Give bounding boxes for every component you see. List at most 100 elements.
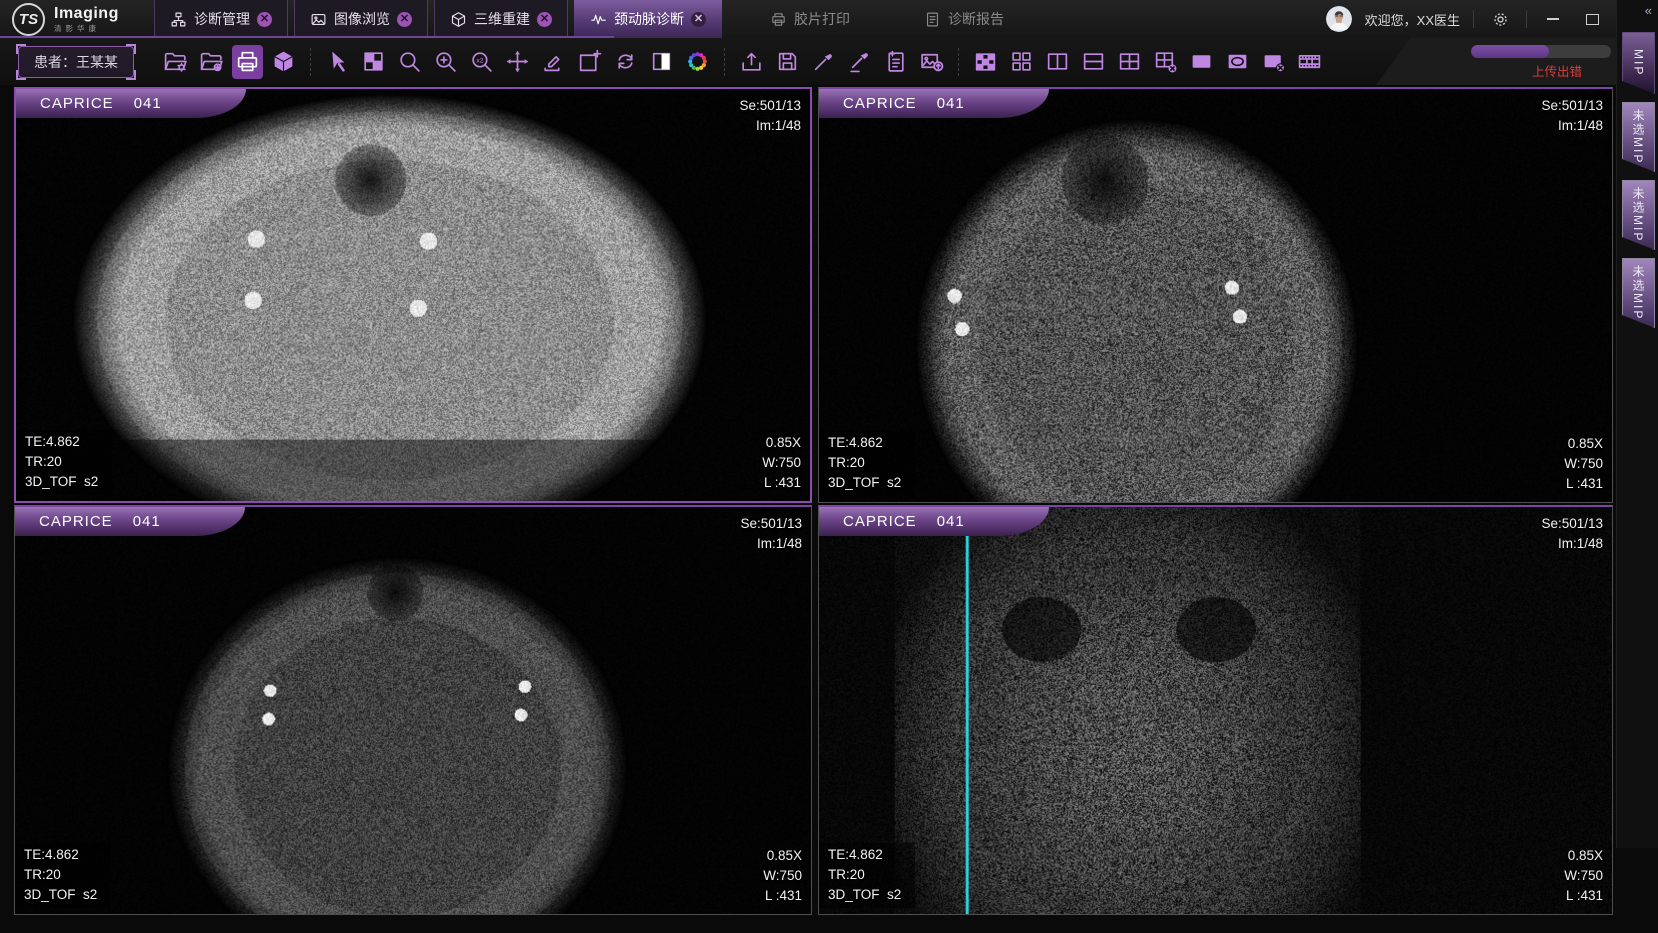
tab-diagnosis-report: 诊断报告 [898,0,1030,38]
mri-image[interactable] [819,89,1612,502]
overlay-line: L :431 [763,886,802,906]
open-study-settings-button[interactable] [160,45,191,79]
org-icon [170,11,187,28]
mri-image[interactable] [16,89,810,501]
report-icon [924,11,941,28]
layout-2x2-button[interactable] [1114,45,1145,79]
upload-button[interactable] [736,45,767,79]
new-report-button[interactable] [880,45,911,79]
save-icon [775,49,800,74]
doc-add-icon [883,49,908,74]
svg-text:x2: x2 [476,57,483,64]
viewport-3[interactable]: CAPRICE041Se:501/13Im:1/48TE:4.862TR:203… [14,505,812,915]
pointer-button[interactable] [322,45,353,79]
measure-icon [541,49,566,74]
series-overlay: Se:501/13Im:1/48 [1541,96,1603,136]
minimize-button[interactable] [1540,6,1566,32]
overlay-line: Im:1/48 [739,116,801,136]
series-overlay: Se:501/13Im:1/48 [1541,514,1603,554]
rotate-icon [613,49,638,74]
palette-icon [685,49,710,74]
overlay-line: Se:501/13 [1541,514,1603,534]
cube-filled-icon [271,49,296,74]
acquisition-overlay: TE:4.862TR:203D_TOF s2 [819,843,915,908]
rotate-button[interactable] [610,45,641,79]
annotate-pen-line-button[interactable] [844,45,875,79]
open-study-add-button[interactable] [196,45,227,79]
overlay-line: 3D_TOF s2 [828,473,901,493]
zoom-x2-button[interactable]: x2 [466,45,497,79]
app-logo: TS Imaging 清影华康 [0,0,154,38]
annotate-pen-button[interactable] [808,45,839,79]
fill-rect-button[interactable] [1186,45,1217,79]
viewport-1[interactable]: CAPRICE041Se:501/13Im:1/48TE:4.862TR:203… [14,87,812,503]
pan-icon [505,49,530,74]
film-layout-button[interactable] [1294,45,1325,79]
overlay-line: TR:20 [828,453,901,473]
film-icon [1297,49,1322,74]
viewport-2[interactable]: CAPRICE041Se:501/13Im:1/48TE:4.862TR:203… [818,87,1613,503]
pen-line-icon [847,49,872,74]
pseudo-color-button[interactable] [682,45,713,79]
tab-3d-reconstruction[interactable]: 三维重建✕ [434,0,568,38]
layout-quad-button[interactable] [1006,45,1037,79]
pointer-icon [325,49,350,74]
device-number: 041 [133,513,161,530]
volume-3d-button[interactable] [268,45,299,79]
viewport-4[interactable]: CAPRICE041 Se:501/13Im:1/48 TE:4.862TR:203… [818,505,1613,915]
settings-gear-icon[interactable] [1487,6,1513,32]
overlay-line: TE:4.862 [24,845,97,865]
window-level-button[interactable] [646,45,677,79]
zoom-in-button[interactable] [430,45,461,79]
patient-selector[interactable]: 患者：王某某 [18,46,134,78]
tab-close-icon[interactable]: ✕ [257,12,272,27]
top-bar: TS Imaging 清影华康 诊断管理✕图像浏览✕三维重建✕颈动脉诊断✕胶片打… [0,0,1658,38]
tab-carotid-diagnosis[interactable]: 颈动脉诊断✕ [574,0,722,38]
sidebar-tab-unselected-mip-1[interactable]: 未选MIP [1622,102,1655,172]
overlay-line: L :431 [1564,474,1603,494]
layout-grid-9-button[interactable] [970,45,1001,79]
sidebar-tab-unselected-mip-2[interactable]: 未选MIP [1622,180,1655,250]
sidebar-tab-unselected-mip-3[interactable]: 未选MIP [1622,258,1655,328]
measure-button[interactable] [538,45,569,79]
tab-close-icon[interactable]: ✕ [537,12,552,27]
user-avatar[interactable] [1326,6,1352,32]
magnify-button[interactable] [394,45,425,79]
fill-ellipse-button[interactable] [1222,45,1253,79]
cube-icon [450,11,467,28]
pan-button[interactable] [502,45,533,79]
active-tab-underline [0,36,614,38]
print-button[interactable] [232,45,263,79]
maximize-button[interactable] [1579,6,1605,32]
tab-label: 图像浏览 [334,9,390,29]
tab-close-icon[interactable]: ✕ [397,12,412,27]
upload-error-text: 上传出错 [1532,61,1582,80]
sidebar-collapse-icon[interactable]: « [1617,0,1658,18]
tab-close-icon[interactable]: ✕ [691,12,706,27]
mri-image[interactable] [15,507,811,914]
device-name: CAPRICE [843,513,917,530]
export-image-button[interactable] [916,45,947,79]
sidebar-tab-mip[interactable]: MIP [1622,32,1655,94]
tab-image-browse[interactable]: 图像浏览 ✕ [294,0,428,38]
split-vertical-button[interactable] [1042,45,1073,79]
device-name: CAPRICE [843,95,917,112]
series-overlay: Se:501/13Im:1/48 [740,514,802,554]
save-button[interactable] [772,45,803,79]
overlay-line: Se:501/13 [1541,96,1603,116]
close-fill-rect-button[interactable] [1258,45,1289,79]
overlay-line: TE:4.862 [828,845,901,865]
add-frame-button[interactable] [574,45,605,79]
divider [1526,10,1527,28]
viewport-title-tab: CAPRICE041 [819,507,1049,536]
upload-progress-bar [1471,45,1611,58]
contrast-icon [649,49,674,74]
close-cell-button[interactable] [1150,45,1181,79]
device-number: 041 [134,95,162,112]
invert-tiles-button[interactable] [358,45,389,79]
mri-image[interactable] [819,507,1612,914]
split-horizontal-button[interactable] [1078,45,1109,79]
grid4-icon [1117,49,1142,74]
tab-diagnosis-management[interactable]: 诊断管理✕ [154,0,288,38]
grid9-icon [973,49,998,74]
